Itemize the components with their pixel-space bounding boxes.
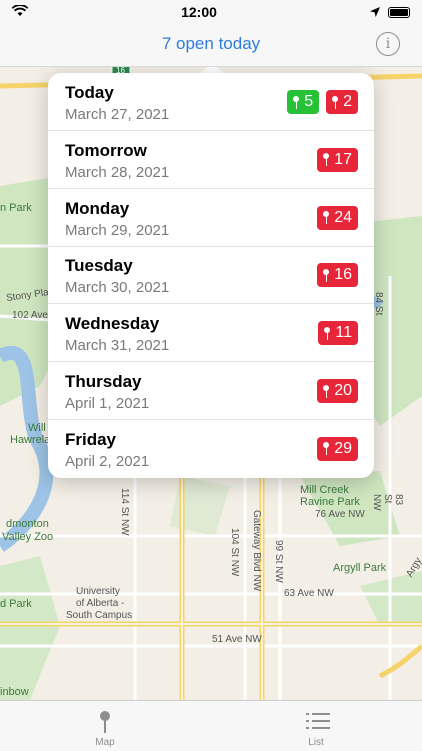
row-day: Thursday [65, 372, 142, 391]
map-label: Mill Creek [300, 484, 349, 496]
map-label: d Park [0, 598, 32, 610]
schedule-row[interactable]: Monday March 29, 2021 24 [48, 189, 374, 247]
row-day: Tuesday [65, 256, 133, 276]
map-label: of Alberta - [76, 598, 125, 609]
closed-count-badge: 17 [317, 147, 358, 172]
badge-count: 29 [334, 439, 352, 457]
row-date: March 28, 2021 [65, 163, 170, 181]
map-label: 99 St NW [273, 540, 284, 583]
map-label: 104 St NW [229, 528, 240, 577]
pin-icon [331, 95, 339, 109]
map-label: Gateway Blvd NW [251, 510, 262, 592]
closed-count-badge: 16 [317, 263, 358, 288]
schedule-popover: Today March 27, 2021 5 2 Tomorrow March 28, 2… [48, 73, 374, 478]
list-icon [306, 711, 330, 731]
location-arrow-icon [370, 4, 380, 20]
row-date: April 2, 2021 [65, 452, 150, 470]
badge-count: 2 [343, 93, 352, 110]
badge-count: 11 [335, 324, 352, 342]
tab-map[interactable]: Map [55, 701, 155, 751]
pin-icon [322, 442, 330, 456]
nav-title[interactable]: 7 open today [0, 24, 422, 66]
map-label: n Park [0, 202, 32, 214]
tab-map-label: Map [95, 737, 115, 748]
map-label: 76 Ave NW [315, 509, 365, 520]
map-label: Hawrela [10, 434, 51, 446]
row-badges: 24 [317, 205, 358, 230]
row-badges: 29 [317, 436, 358, 461]
status-time: 12:00 [181, 4, 217, 20]
schedule-row[interactable]: Wednesday March 31, 2021 11 [48, 304, 374, 363]
tab-list-label: List [308, 737, 324, 748]
battery-icon [388, 6, 410, 18]
map-label: 63 Ave NW [284, 588, 334, 599]
row-date: March 29, 2021 [65, 221, 170, 239]
map-label: 83 St NW [371, 494, 404, 511]
row-date: April 1, 2021 [65, 395, 150, 412]
map-label: 51 Ave NW [212, 634, 262, 645]
badge-count: 20 [334, 382, 352, 399]
pin-icon [322, 153, 330, 167]
open-count-badge: 5 [287, 90, 320, 114]
badge-count: 5 [304, 93, 314, 110]
pin-icon [323, 326, 331, 340]
map-label: South Campus [66, 610, 133, 621]
map-label: University [76, 586, 120, 597]
row-date: March 27, 2021 [65, 106, 170, 123]
closed-count-badge: 24 [317, 205, 358, 230]
map-label: Ravine Park [300, 496, 360, 508]
pin-icon [322, 268, 330, 282]
map-label: 114 St NW [119, 488, 130, 536]
pin-icon [292, 95, 300, 109]
closed-count-badge: 29 [317, 436, 358, 461]
map-label: dmonton [6, 518, 49, 530]
schedule-row[interactable]: Tuesday March 30, 2021 16 [48, 246, 374, 305]
closed-count-badge: 11 [318, 321, 358, 346]
row-badges: 52 [287, 90, 358, 114]
map-label: Argyll Park [333, 562, 387, 574]
schedule-row[interactable]: Tomorrow March 28, 2021 17 [48, 131, 374, 189]
row-date: March 30, 2021 [65, 279, 170, 297]
info-icon[interactable]: i [376, 32, 400, 56]
tab-list[interactable]: List [266, 701, 366, 751]
map-label: Will [28, 422, 46, 434]
status-right [370, 4, 410, 20]
map-label: Valley Zoo [2, 531, 54, 543]
badge-count: 24 [334, 208, 352, 226]
badge-count: 17 [334, 150, 352, 168]
badge-count: 16 [334, 266, 352, 284]
tab-bar: Map List [0, 700, 422, 751]
pin-icon [100, 711, 110, 733]
row-day: Tomorrow [65, 140, 147, 160]
closed-count-badge: 2 [326, 90, 358, 114]
status-bar: 12:00 [0, 0, 422, 24]
schedule-row[interactable]: Today March 27, 2021 5 2 [48, 73, 374, 131]
schedule-row[interactable]: Friday April 2, 2021 29 [48, 420, 374, 478]
row-badges: 11 [318, 321, 358, 346]
row-day: Friday [65, 429, 117, 449]
row-badges: 20 [317, 379, 358, 403]
row-badges: 17 [317, 147, 358, 172]
closed-count-badge: 20 [317, 379, 358, 403]
row-day: Today [65, 83, 114, 102]
pin-icon [322, 384, 330, 398]
pin-icon [322, 211, 330, 225]
row-day: Monday [65, 198, 130, 218]
schedule-row[interactable]: Thursday April 1, 2021 20 [48, 362, 374, 420]
wifi-icon [11, 4, 29, 20]
navigation-bar: 7 open today i [0, 24, 422, 67]
row-day: Wednesday [65, 314, 160, 334]
row-date: March 31, 2021 [65, 337, 170, 355]
row-badges: 16 [317, 263, 358, 288]
map-label: inbow [0, 686, 29, 698]
